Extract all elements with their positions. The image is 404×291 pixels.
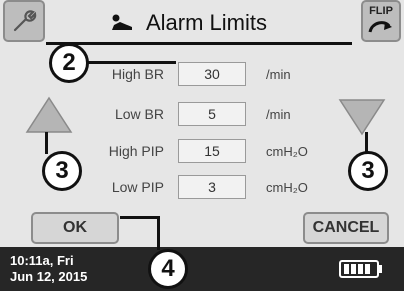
flip-arrow-icon	[368, 21, 392, 33]
limit-unit: /min	[266, 67, 291, 82]
page-title-text: Alarm Limits	[146, 10, 268, 35]
limit-value-field[interactable]: 5	[178, 102, 246, 126]
page-title: Alarm Limits	[110, 4, 267, 42]
limit-value-field[interactable]: 15	[178, 139, 246, 163]
callout-leader-line	[157, 216, 160, 250]
callout-marker: 2	[49, 43, 89, 83]
callout-marker: 3	[348, 151, 388, 191]
limit-value-field[interactable]: 3	[178, 175, 246, 199]
callout-leader-line	[120, 216, 160, 219]
patient-icon	[112, 14, 132, 30]
wrench-icon	[13, 10, 37, 32]
decrease-arrow-icon[interactable]	[338, 98, 386, 136]
callout-marker: 3	[42, 151, 82, 191]
callout-leader-line	[45, 132, 48, 154]
flip-button[interactable]: FLIP	[361, 0, 401, 42]
limit-unit: cmH₂O	[266, 180, 308, 195]
callout-leader-line	[88, 61, 176, 64]
status-bar: 10:11a, Fri Jun 12, 2015	[0, 247, 404, 291]
time-text: 10:11a, Fri	[10, 253, 74, 268]
cancel-button[interactable]: CANCEL	[303, 212, 389, 244]
flip-label: FLIP	[369, 5, 393, 17]
settings-button[interactable]	[3, 0, 45, 42]
header-divider	[46, 42, 352, 45]
ok-button[interactable]: OK	[31, 212, 119, 244]
limit-unit: /min	[266, 107, 291, 122]
callout-marker: 4	[148, 249, 188, 289]
battery-icon	[339, 260, 382, 278]
alarm-limits-screen: Alarm Limits FLIP High BR 30 /min Low BR…	[0, 0, 404, 291]
limit-unit: cmH₂O	[266, 144, 308, 159]
limit-value-field[interactable]: 30	[178, 62, 246, 86]
limit-label: Low BR	[114, 106, 164, 122]
date-text: Jun 12, 2015	[10, 269, 88, 284]
datetime: 10:11a, Fri Jun 12, 2015	[10, 253, 87, 285]
